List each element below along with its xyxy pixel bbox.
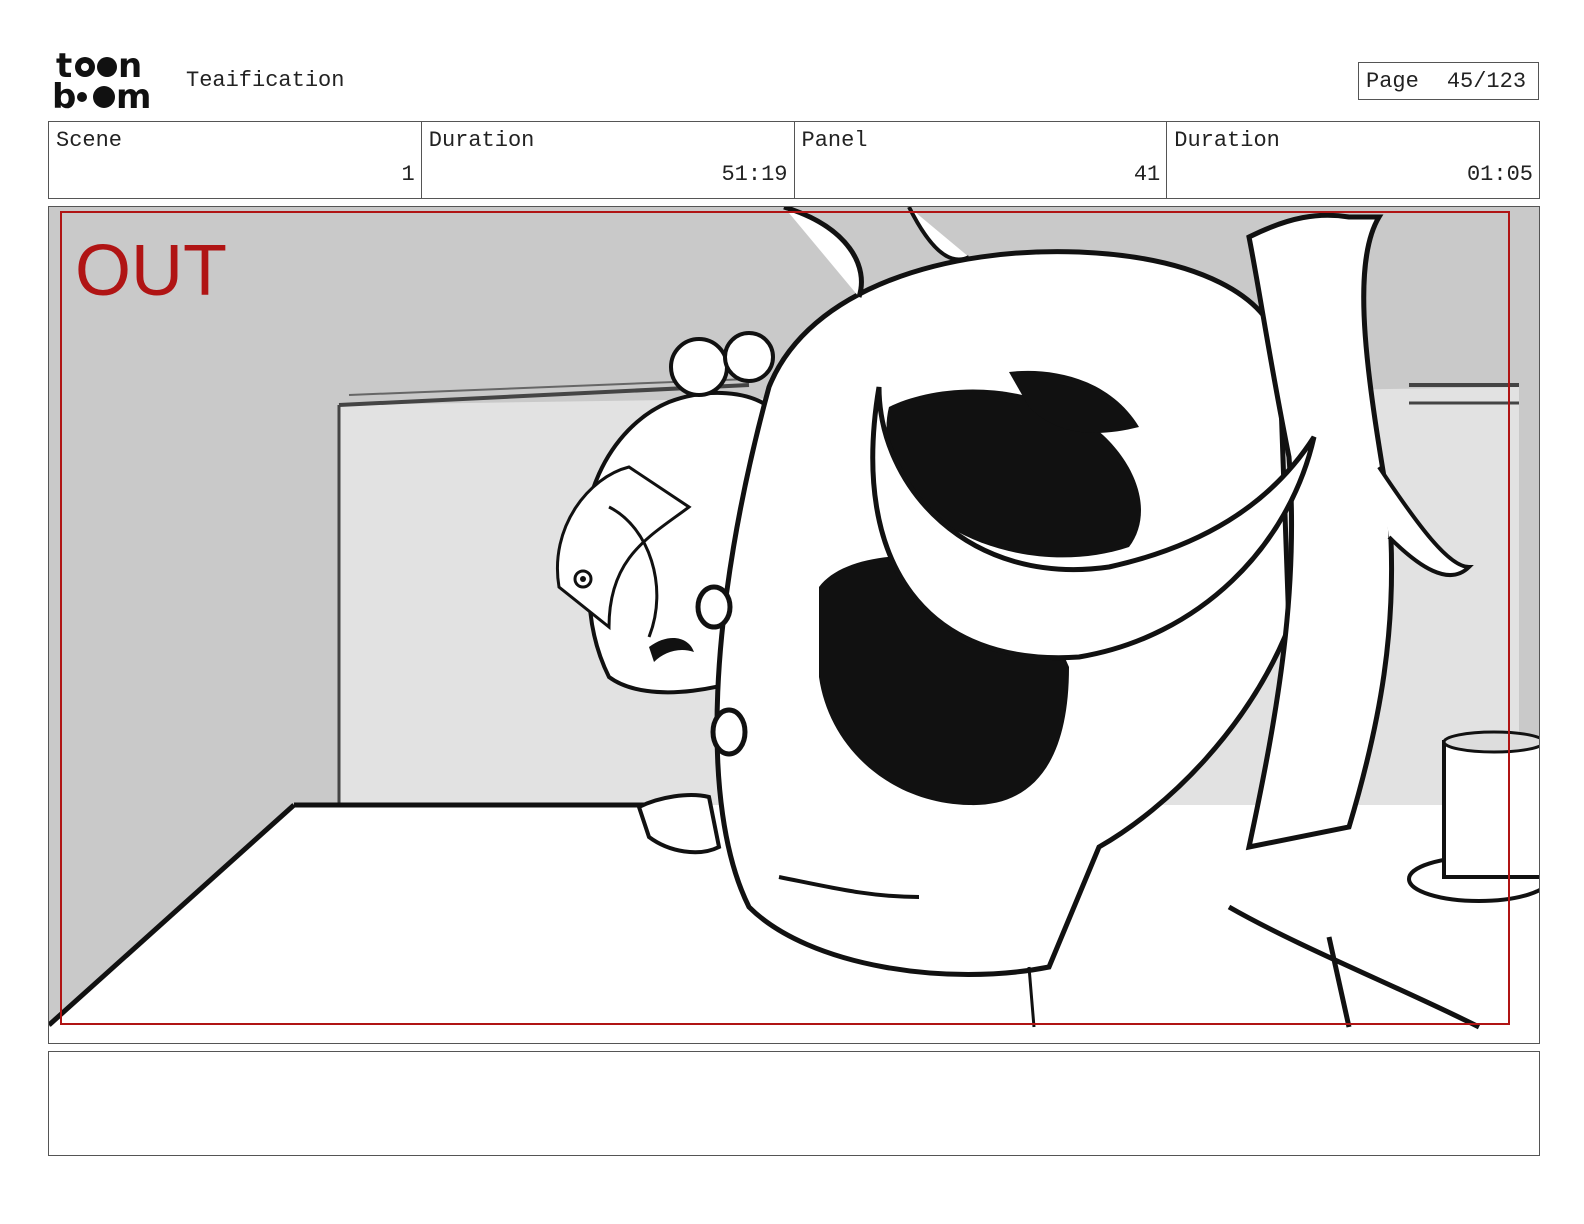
scene-label: Scene — [56, 128, 123, 153]
page-number: 45/123 — [1446, 68, 1527, 94]
panel-duration-cell: Duration 01:05 — [1167, 122, 1539, 198]
toon-boom-logo: t n b m — [52, 46, 164, 117]
panel-drawing — [49, 207, 1539, 1043]
scene-value: 1 — [401, 162, 415, 187]
panel-cell: Panel 41 — [795, 122, 1168, 198]
transition-out-label: OUT — [75, 231, 227, 311]
project-title: Teaification — [186, 68, 345, 93]
scene-cell: Scene 1 — [49, 122, 422, 198]
scene-duration-cell: Duration 51:19 — [422, 122, 795, 198]
scene-duration-label: Duration — [428, 128, 535, 153]
panel-value: 41 — [1133, 162, 1161, 187]
logo-graphic: t n b m — [52, 46, 151, 117]
storyboard-panel: OUT — [48, 206, 1540, 1044]
scene-duration-value: 51:19 — [721, 162, 788, 187]
svg-text:m: m — [116, 77, 151, 112]
panel-duration-value: 01:05 — [1466, 162, 1533, 187]
panel-notes-box — [48, 1051, 1540, 1156]
scene-info-row: Scene 1 Duration 51:19 Panel 41 Duration… — [48, 121, 1540, 199]
panel-duration-label: Duration — [1174, 128, 1280, 153]
page-label: Page — [1366, 68, 1419, 94]
panel-label: Panel — [801, 128, 868, 153]
page-indicator: Page 45/123 — [1358, 62, 1539, 100]
svg-text:b: b — [52, 77, 76, 112]
